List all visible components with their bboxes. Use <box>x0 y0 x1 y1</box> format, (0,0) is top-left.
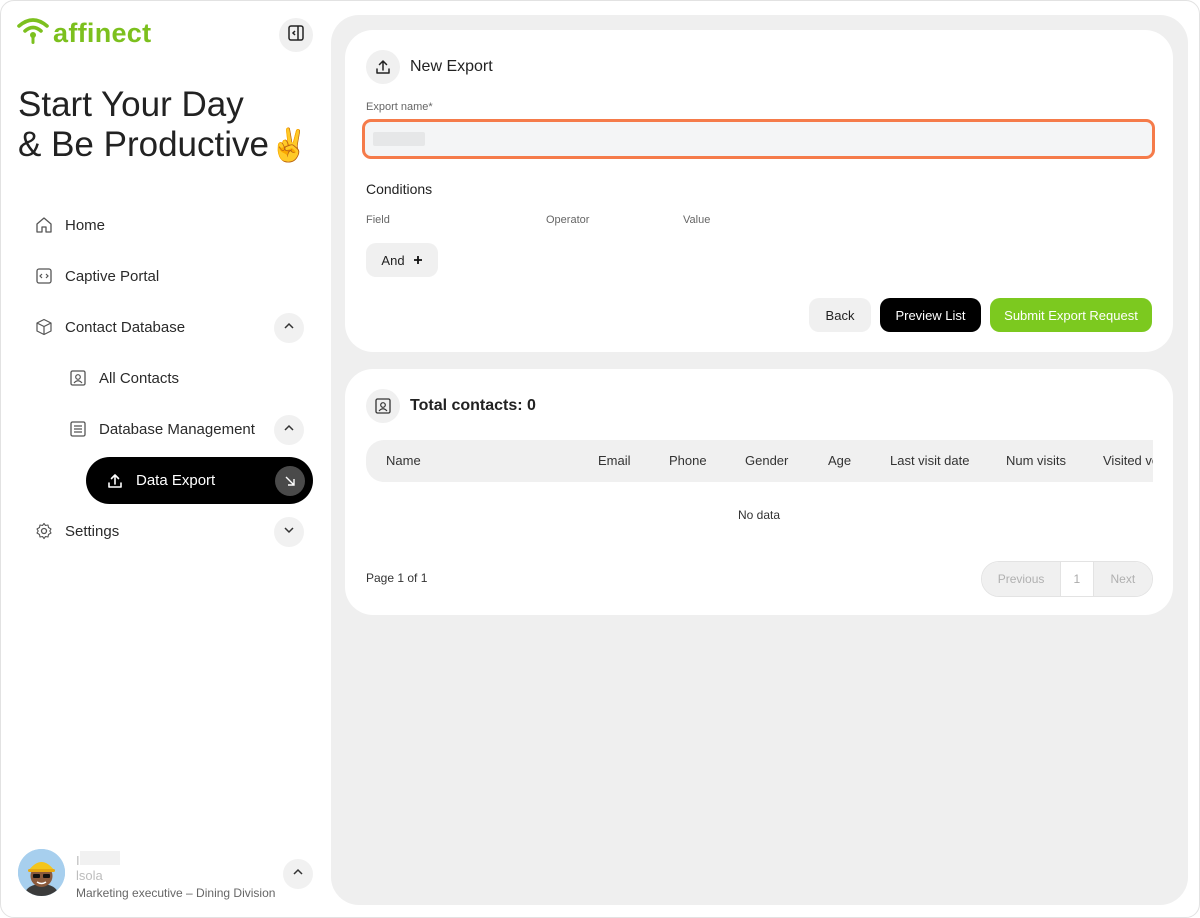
contact-card-icon <box>69 369 87 387</box>
sidebar-item-label: Contact Database <box>65 318 186 336</box>
sidebar-item-data-export[interactable]: Data Export <box>86 457 313 504</box>
upload-icon <box>366 50 400 84</box>
upload-icon <box>106 472 124 490</box>
new-export-title: New Export <box>410 58 493 75</box>
code-window-icon <box>35 267 53 285</box>
plus-icon <box>413 253 423 268</box>
sidebar-item-label: Database Management <box>99 420 255 438</box>
submit-export-request-button[interactable]: Submit Export Request <box>990 298 1152 332</box>
wifi-logo-icon <box>17 17 49 50</box>
user-role: Marketing executive – Dining Division <box>76 886 276 900</box>
home-icon <box>35 216 53 234</box>
chevron-up-icon <box>283 421 295 439</box>
sidebar-item-database-management[interactable]: Database Management <box>69 420 255 438</box>
contact-card-icon <box>366 389 400 423</box>
column-header-email[interactable]: Email <box>598 453 631 468</box>
main-content: New Export Export name* Conditions Field… <box>331 15 1188 905</box>
sidebar-item-label: Data Export <box>136 472 216 489</box>
chevron-down-icon <box>283 523 295 541</box>
export-name-input[interactable] <box>365 122 1152 156</box>
empty-state-text: No data <box>737 508 781 522</box>
brand-name: affinect <box>53 18 152 48</box>
column-header-visited-venues[interactable]: Visited ve <box>1103 453 1153 468</box>
app-window: affinect Start Your Day & Be Productive✌… <box>0 0 1200 918</box>
conditions-title: Conditions <box>366 181 433 197</box>
chevron-up-icon <box>283 319 295 337</box>
gear-icon <box>35 522 53 540</box>
page-number-button[interactable]: 1 <box>1060 562 1094 596</box>
cube-icon <box>35 318 53 336</box>
sidebar-item-label: Captive Portal <box>65 267 160 285</box>
conditions-operator-header: Operator <box>546 214 590 226</box>
column-header-num-visits[interactable]: Num visits <box>1006 453 1066 468</box>
contacts-preview-card: Total contacts: 0 Name Email Phone Gende… <box>345 369 1173 615</box>
settings-expand-button[interactable] <box>274 517 304 547</box>
preview-list-button[interactable]: Preview List <box>880 298 981 332</box>
page-info: Page 1 of 1 <box>366 571 428 585</box>
and-button-label: And <box>381 252 405 268</box>
pagination: Previous 1 Next <box>981 561 1153 597</box>
redacted-input-text <box>373 132 425 146</box>
contact-database-collapse-button[interactable] <box>274 313 304 343</box>
column-header-phone[interactable]: Phone <box>669 453 707 468</box>
sidebar: affinect Start Your Day & Be Productive✌… <box>1 1 331 917</box>
sidebar-item-all-contacts[interactable]: All Contacts <box>69 369 179 387</box>
sidebar-item-label: Home <box>65 216 106 234</box>
new-export-card: New Export Export name* Conditions Field… <box>345 30 1173 352</box>
user-menu-button[interactable] <box>283 859 313 889</box>
next-page-button[interactable]: Next <box>1093 562 1152 596</box>
database-management-collapse-button[interactable] <box>274 415 304 445</box>
chevron-up-icon <box>292 865 304 883</box>
sidebar-toggle-icon <box>287 24 305 47</box>
export-name-field-wrapper <box>362 119 1155 159</box>
column-header-age[interactable]: Age <box>828 453 851 468</box>
user-name: I lsola <box>76 851 176 883</box>
total-contacts-title: Total contacts: 0 <box>410 397 536 414</box>
previous-page-button[interactable]: Previous <box>982 562 1061 596</box>
sidebar-item-home[interactable]: Home <box>35 216 105 234</box>
add-and-condition-button[interactable]: And <box>366 243 438 277</box>
victory-hand-emoji: ✌️ <box>268 127 309 163</box>
sidebar-item-label: Settings <box>65 522 120 540</box>
headline-line-1: Start Your Day <box>18 85 244 124</box>
column-header-gender[interactable]: Gender <box>745 453 788 468</box>
brand-logo[interactable]: affinect <box>17 17 151 50</box>
conditions-value-header: Value <box>683 214 711 226</box>
headline-line-2: & Be Productive <box>18 125 269 164</box>
arrow-down-right-icon <box>275 466 305 496</box>
sidebar-item-settings[interactable]: Settings <box>35 522 119 540</box>
back-button[interactable]: Back <box>809 298 871 332</box>
conditions-field-header: Field <box>366 214 390 226</box>
column-header-name[interactable]: Name <box>386 453 421 468</box>
contacts-table-header: Name Email Phone Gender Age Last visit d… <box>366 440 1153 482</box>
page-headline: Start Your Day & Be Productive✌️ <box>18 85 309 165</box>
column-header-last-visit-date[interactable]: Last visit date <box>890 453 970 468</box>
list-document-icon <box>69 420 87 438</box>
collapse-sidebar-button[interactable] <box>279 18 313 52</box>
sidebar-item-contact-database[interactable]: Contact Database <box>35 318 185 336</box>
export-name-label: Export name* <box>366 101 433 113</box>
avatar <box>18 849 65 896</box>
sidebar-item-captive-portal[interactable]: Captive Portal <box>35 267 159 285</box>
sidebar-item-label: All Contacts <box>99 369 180 387</box>
